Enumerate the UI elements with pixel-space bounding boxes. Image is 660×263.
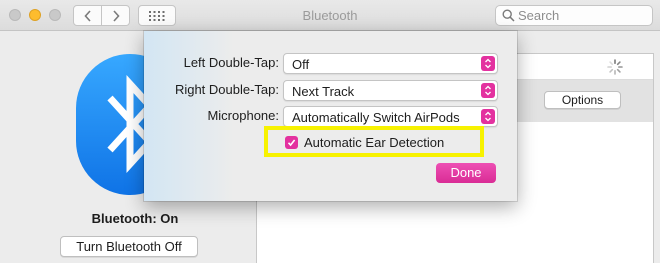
right-double-tap-value: Next Track (292, 84, 355, 99)
left-double-tap-label: Left Double-Tap: (183, 55, 279, 70)
done-button[interactable]: Done (436, 163, 496, 183)
microphone-popup[interactable]: Automatically Switch AirPods (283, 106, 498, 127)
microphone-label: Microphone: (207, 108, 279, 123)
window-toolbar: Bluetooth (0, 0, 660, 31)
automatic-ear-detection-checkbox[interactable] (285, 136, 298, 149)
search-icon (502, 9, 515, 22)
microphone-value: Automatically Switch AirPods (292, 110, 460, 125)
right-double-tap-label: Right Double-Tap: (174, 82, 279, 97)
turn-bluetooth-off-button[interactable]: Turn Bluetooth Off (60, 236, 198, 257)
up-down-chevron-icon (481, 83, 495, 98)
search-input[interactable] (518, 7, 648, 24)
airpods-options-sheet: Left Double-Tap: Off Right Double-Tap: N… (144, 31, 517, 201)
up-down-chevron-icon (481, 109, 495, 124)
options-button[interactable]: Options (544, 91, 621, 109)
loading-spinner-icon (607, 59, 623, 75)
left-double-tap-value: Off (292, 57, 310, 72)
up-down-chevron-icon (481, 56, 495, 71)
bluetooth-status-label: Bluetooth: On (91, 211, 179, 226)
left-double-tap-popup[interactable]: Off (283, 53, 498, 74)
search-field[interactable] (495, 5, 653, 26)
checkmark-icon (287, 139, 296, 147)
right-double-tap-popup[interactable]: Next Track (283, 80, 498, 101)
automatic-ear-detection-label[interactable]: Automatic Ear Detection (304, 135, 444, 150)
